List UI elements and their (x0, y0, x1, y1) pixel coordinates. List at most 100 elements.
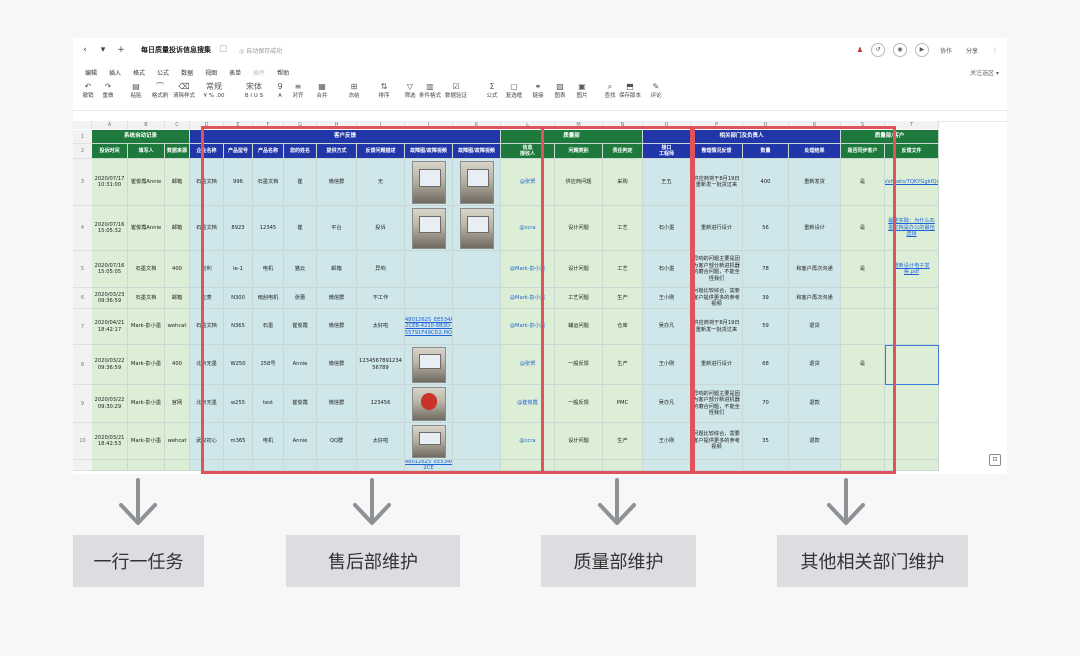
share-button[interactable]: 分享 (963, 45, 981, 56)
focus-mode-toggle[interactable]: 关注选区 ▾ (970, 68, 999, 77)
history-icon[interactable]: ↺ (870, 43, 885, 57)
table-cell[interactable]: 2020/03/23 09:36:59 (92, 288, 128, 309)
back-button[interactable]: ‹ (79, 44, 91, 56)
row-header[interactable]: 2 (73, 144, 92, 159)
toolbar-label: 保存版本 (619, 93, 642, 99)
toolbar-button[interactable]: ⇅ 排序 (373, 82, 395, 100)
section-highlight (692, 126, 896, 474)
toolbar-glyph: ⚭ (534, 82, 542, 91)
table-cell[interactable] (92, 460, 128, 471)
toolbar-glyph: ⊞ (350, 82, 358, 91)
toolbar-label: 重做 (102, 93, 114, 99)
toolbar-button[interactable]: ▤ 粘贴 (125, 82, 147, 100)
table-cell[interactable]: 石墨文档 (128, 288, 165, 309)
section-label: 售后部维护 (286, 535, 460, 587)
table-cell[interactable]: Mark-彭小墨 (128, 345, 165, 385)
history-dropdown[interactable]: ▾ (97, 44, 109, 56)
toolbar-glyph: ⌕ (607, 82, 613, 91)
table-cell[interactable]: 官网 (165, 385, 190, 423)
toolbar-button[interactable]: ▨ 图表 (549, 82, 571, 100)
menu-item[interactable]: 帮助 (277, 68, 289, 77)
menu-item[interactable]: 表单 (229, 68, 241, 77)
toolbar-button[interactable]: 宋体 B I U S (243, 82, 265, 100)
table-cell[interactable]: Mark-彭小墨 (128, 423, 165, 460)
document-title[interactable]: 每日质量投诉信息搜集 (141, 45, 211, 55)
toolbar-button[interactable]: ⌫ 清除样式 (173, 82, 195, 100)
more-button[interactable]: ⋮ (989, 46, 1001, 55)
row-header[interactable]: 4 (73, 206, 92, 251)
column-header[interactable]: B (128, 121, 165, 129)
column-header[interactable]: A (92, 121, 128, 129)
toolbar-button[interactable]: ▽ 筛选 (399, 82, 421, 100)
menu-item[interactable]: 格式 (133, 68, 145, 77)
toolbar-button[interactable]: ⚭ 链接 (527, 82, 549, 100)
toolbar-button[interactable]: Σ 公式 (481, 82, 503, 100)
select-all-corner[interactable] (73, 121, 92, 129)
table-cell[interactable]: 2020/04/21 18:42:17 (92, 309, 128, 345)
table-cell[interactable]: 邮箱 (165, 159, 190, 206)
table-cell[interactable]: Mark-彭小墨 (128, 385, 165, 423)
menu-item[interactable]: 视图 (205, 68, 217, 77)
toolbar-label: 冻结 (348, 93, 360, 99)
table-cell[interactable]: 2020/03/21 18:42:53 (92, 423, 128, 460)
toolbar-button[interactable]: ▢ 复选框 (503, 82, 525, 100)
toolbar-button[interactable]: ↷ 重做 (97, 82, 119, 100)
presentation-icon[interactable]: ◉ (892, 43, 907, 57)
table-cell[interactable]: 崔俊霞Annie (128, 159, 165, 206)
group-header: 系统自动记录 (92, 130, 190, 144)
row-header[interactable] (73, 460, 92, 471)
toolbar-button[interactable]: ⬒ 保存版本 (619, 82, 641, 100)
toolbar-glyph: ▥ (426, 82, 434, 91)
toolbar-glyph: ✎ (652, 82, 660, 91)
row-header[interactable]: 3 (73, 159, 92, 206)
table-cell[interactable]: 2020/07/17 10:31:00 (92, 159, 128, 206)
table-cell[interactable]: wehcat (165, 309, 190, 345)
toolbar-button[interactable]: ▥ 条件格式 (419, 82, 441, 100)
menu-item[interactable]: 插入 (109, 68, 121, 77)
comment-icon[interactable]: ⊡ (989, 454, 1001, 466)
menu-item[interactable]: 数据 (181, 68, 193, 77)
table-cell[interactable]: 400 (165, 251, 190, 288)
row-header[interactable]: 10 (73, 423, 92, 460)
table-cell[interactable] (128, 460, 165, 471)
toolbar-button[interactable]: ☑ 数据验证 (445, 82, 467, 100)
table-cell[interactable]: 2020/03/22 09:36:59 (92, 345, 128, 385)
table-cell[interactable]: 2020/07/16 15:05:05 (92, 251, 128, 288)
table-cell[interactable]: 2020/07/16 15:05:32 (92, 206, 128, 251)
toolbar-label: 评论 (650, 93, 662, 99)
table-cell[interactable]: 400 (165, 345, 190, 385)
toolbar-button[interactable]: ▦ 合并 (311, 82, 333, 100)
table-cell[interactable]: 邮箱 (165, 288, 190, 309)
collab-button[interactable]: 协作 (937, 45, 955, 56)
toolbar-button[interactable]: ▣ 图片 (571, 82, 593, 100)
new-tab-button[interactable]: + (115, 44, 127, 56)
table-cell[interactable]: 崔俊霞Annie (128, 206, 165, 251)
row-header[interactable]: 8 (73, 345, 92, 385)
table-cell[interactable] (165, 460, 190, 471)
table-cell[interactable]: 邮箱 (165, 206, 190, 251)
menu-item[interactable]: 公式 (157, 68, 169, 77)
row-header[interactable]: 5 (73, 251, 92, 288)
toolbar-label: 清除样式 (173, 93, 196, 99)
star-icon[interactable]: ☐ (217, 44, 229, 56)
toolbar-button[interactable]: ≡ 对齐 (287, 82, 309, 100)
toolbar-button[interactable]: ⊞ 冻结 (343, 82, 365, 100)
table-cell[interactable]: Mark-彭小墨 (128, 309, 165, 345)
row-header[interactable]: 7 (73, 309, 92, 345)
toolbar-button[interactable]: ↶ 撤销 (77, 82, 99, 100)
menu-item[interactable]: 插件 (253, 68, 265, 77)
video-icon[interactable]: ▶ (914, 43, 929, 57)
toolbar-button[interactable]: ⌕ 查找 (599, 82, 621, 100)
toolbar-button[interactable]: ✎ 评论 (645, 82, 667, 100)
row-header[interactable]: 1 (73, 130, 92, 144)
column-header[interactable]: C (165, 121, 190, 129)
toolbar-button[interactable]: ⌒ 格式刷 (149, 82, 171, 100)
notification-icon[interactable]: ♟ (857, 46, 863, 54)
table-cell[interactable]: 石墨文档 (128, 251, 165, 288)
menu-item[interactable]: 编辑 (85, 68, 97, 77)
table-cell[interactable]: wehcat (165, 423, 190, 460)
row-header[interactable]: 6 (73, 288, 92, 309)
toolbar-button[interactable]: 常规 ¥ % .00 (203, 82, 225, 100)
row-header[interactable]: 9 (73, 385, 92, 423)
table-cell[interactable]: 2020/03/22 09:30:29 (92, 385, 128, 423)
